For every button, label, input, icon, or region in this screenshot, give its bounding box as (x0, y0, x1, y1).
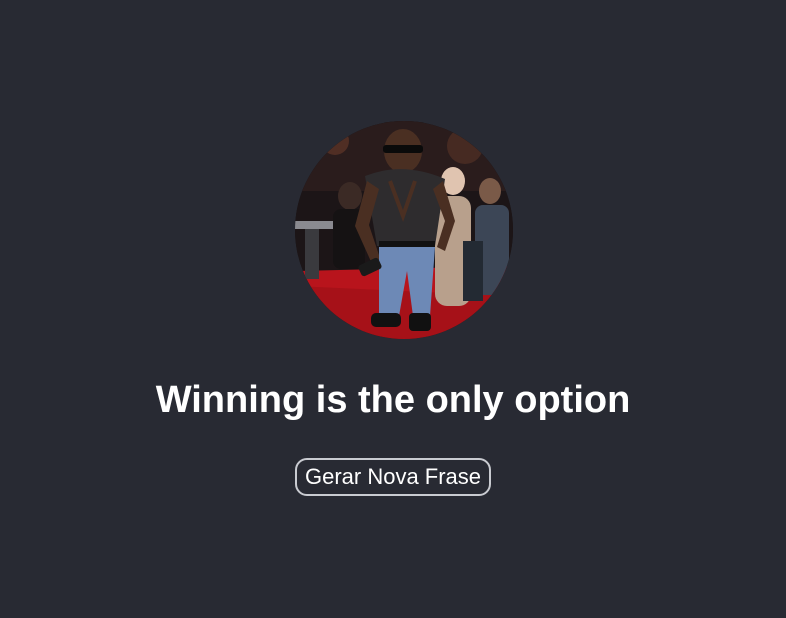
generate-new-phrase-button[interactable]: Gerar Nova Frase (294, 458, 492, 496)
button-container: Gerar Nova Frase (0, 458, 786, 496)
avatar-photo (295, 121, 513, 339)
avatar-photo-image (295, 121, 513, 339)
quote-generator-app: Winning is the only option Gerar Nova Fr… (0, 0, 786, 618)
quote-text: Winning is the only option (155, 379, 631, 421)
